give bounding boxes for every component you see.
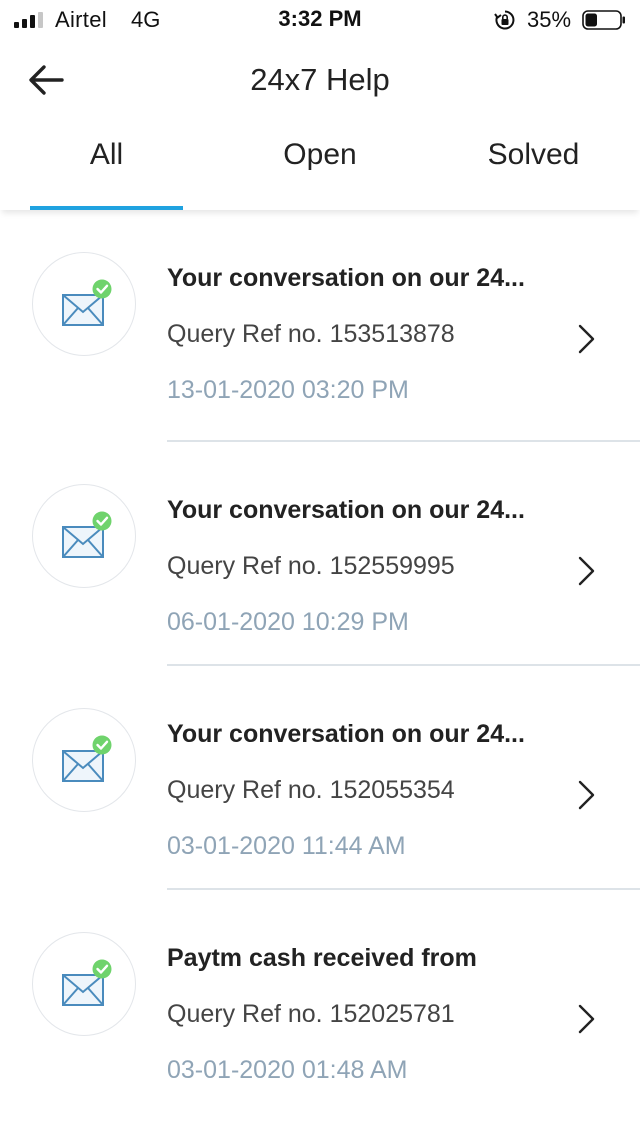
query-title: Your conversation on our 24...	[167, 720, 525, 748]
active-tab-indicator	[30, 206, 183, 210]
query-ref: Query Ref no. 152025781	[167, 1000, 455, 1028]
query-avatar	[32, 708, 136, 812]
query-avatar	[32, 252, 136, 356]
rotation-lock-icon	[494, 10, 515, 30]
query-date: 03-01-2020 01:48 AM	[167, 1056, 408, 1084]
query-ref: Query Ref no. 152559995	[167, 552, 455, 580]
query-avatar	[32, 484, 136, 588]
tab-solved[interactable]: Solved	[427, 124, 640, 210]
list-item[interactable]: Paytm cash received from Query Ref no. 1…	[0, 890, 640, 1114]
query-date: 13-01-2020 03:20 PM	[167, 376, 409, 404]
query-date: 03-01-2020 11:44 AM	[167, 832, 406, 860]
list-item[interactable]: Your conversation on our 24... Query Ref…	[0, 666, 640, 890]
page-title: 24x7 Help	[250, 62, 390, 97]
battery-percent: 35%	[527, 7, 572, 32]
chevron-right-icon	[578, 780, 595, 810]
list-item[interactable]: Your conversation on our 24... Query Ref…	[0, 210, 640, 442]
tab-open[interactable]: Open	[213, 124, 427, 210]
mail-check-icon	[62, 511, 112, 558]
query-title: Your conversation on our 24...	[167, 264, 525, 292]
mail-check-icon	[62, 735, 112, 782]
tab-bar: All Open Solved	[0, 124, 640, 210]
mail-check-icon	[62, 959, 112, 1006]
query-title: Your conversation on our 24...	[167, 496, 525, 524]
query-ref: Query Ref no. 152055354	[167, 776, 455, 804]
query-list: Your conversation on our 24... Query Ref…	[0, 210, 640, 1114]
mail-check-icon	[62, 279, 112, 326]
chevron-right-icon	[578, 1004, 595, 1034]
battery-icon	[582, 10, 625, 30]
query-title: Paytm cash received from	[167, 944, 477, 972]
status-bar: Airtel 4G 3:32 PM 35%	[0, 0, 640, 40]
chevron-right-icon	[578, 324, 595, 354]
tab-all[interactable]: All	[0, 124, 213, 210]
query-avatar	[32, 932, 136, 1036]
list-item[interactable]: Your conversation on our 24... Query Ref…	[0, 442, 640, 666]
query-date: 06-01-2020 10:29 PM	[167, 608, 409, 636]
query-ref: Query Ref no. 153513878	[167, 320, 455, 348]
app-header: 24x7 Help	[0, 40, 640, 124]
chevron-right-icon	[578, 556, 595, 586]
